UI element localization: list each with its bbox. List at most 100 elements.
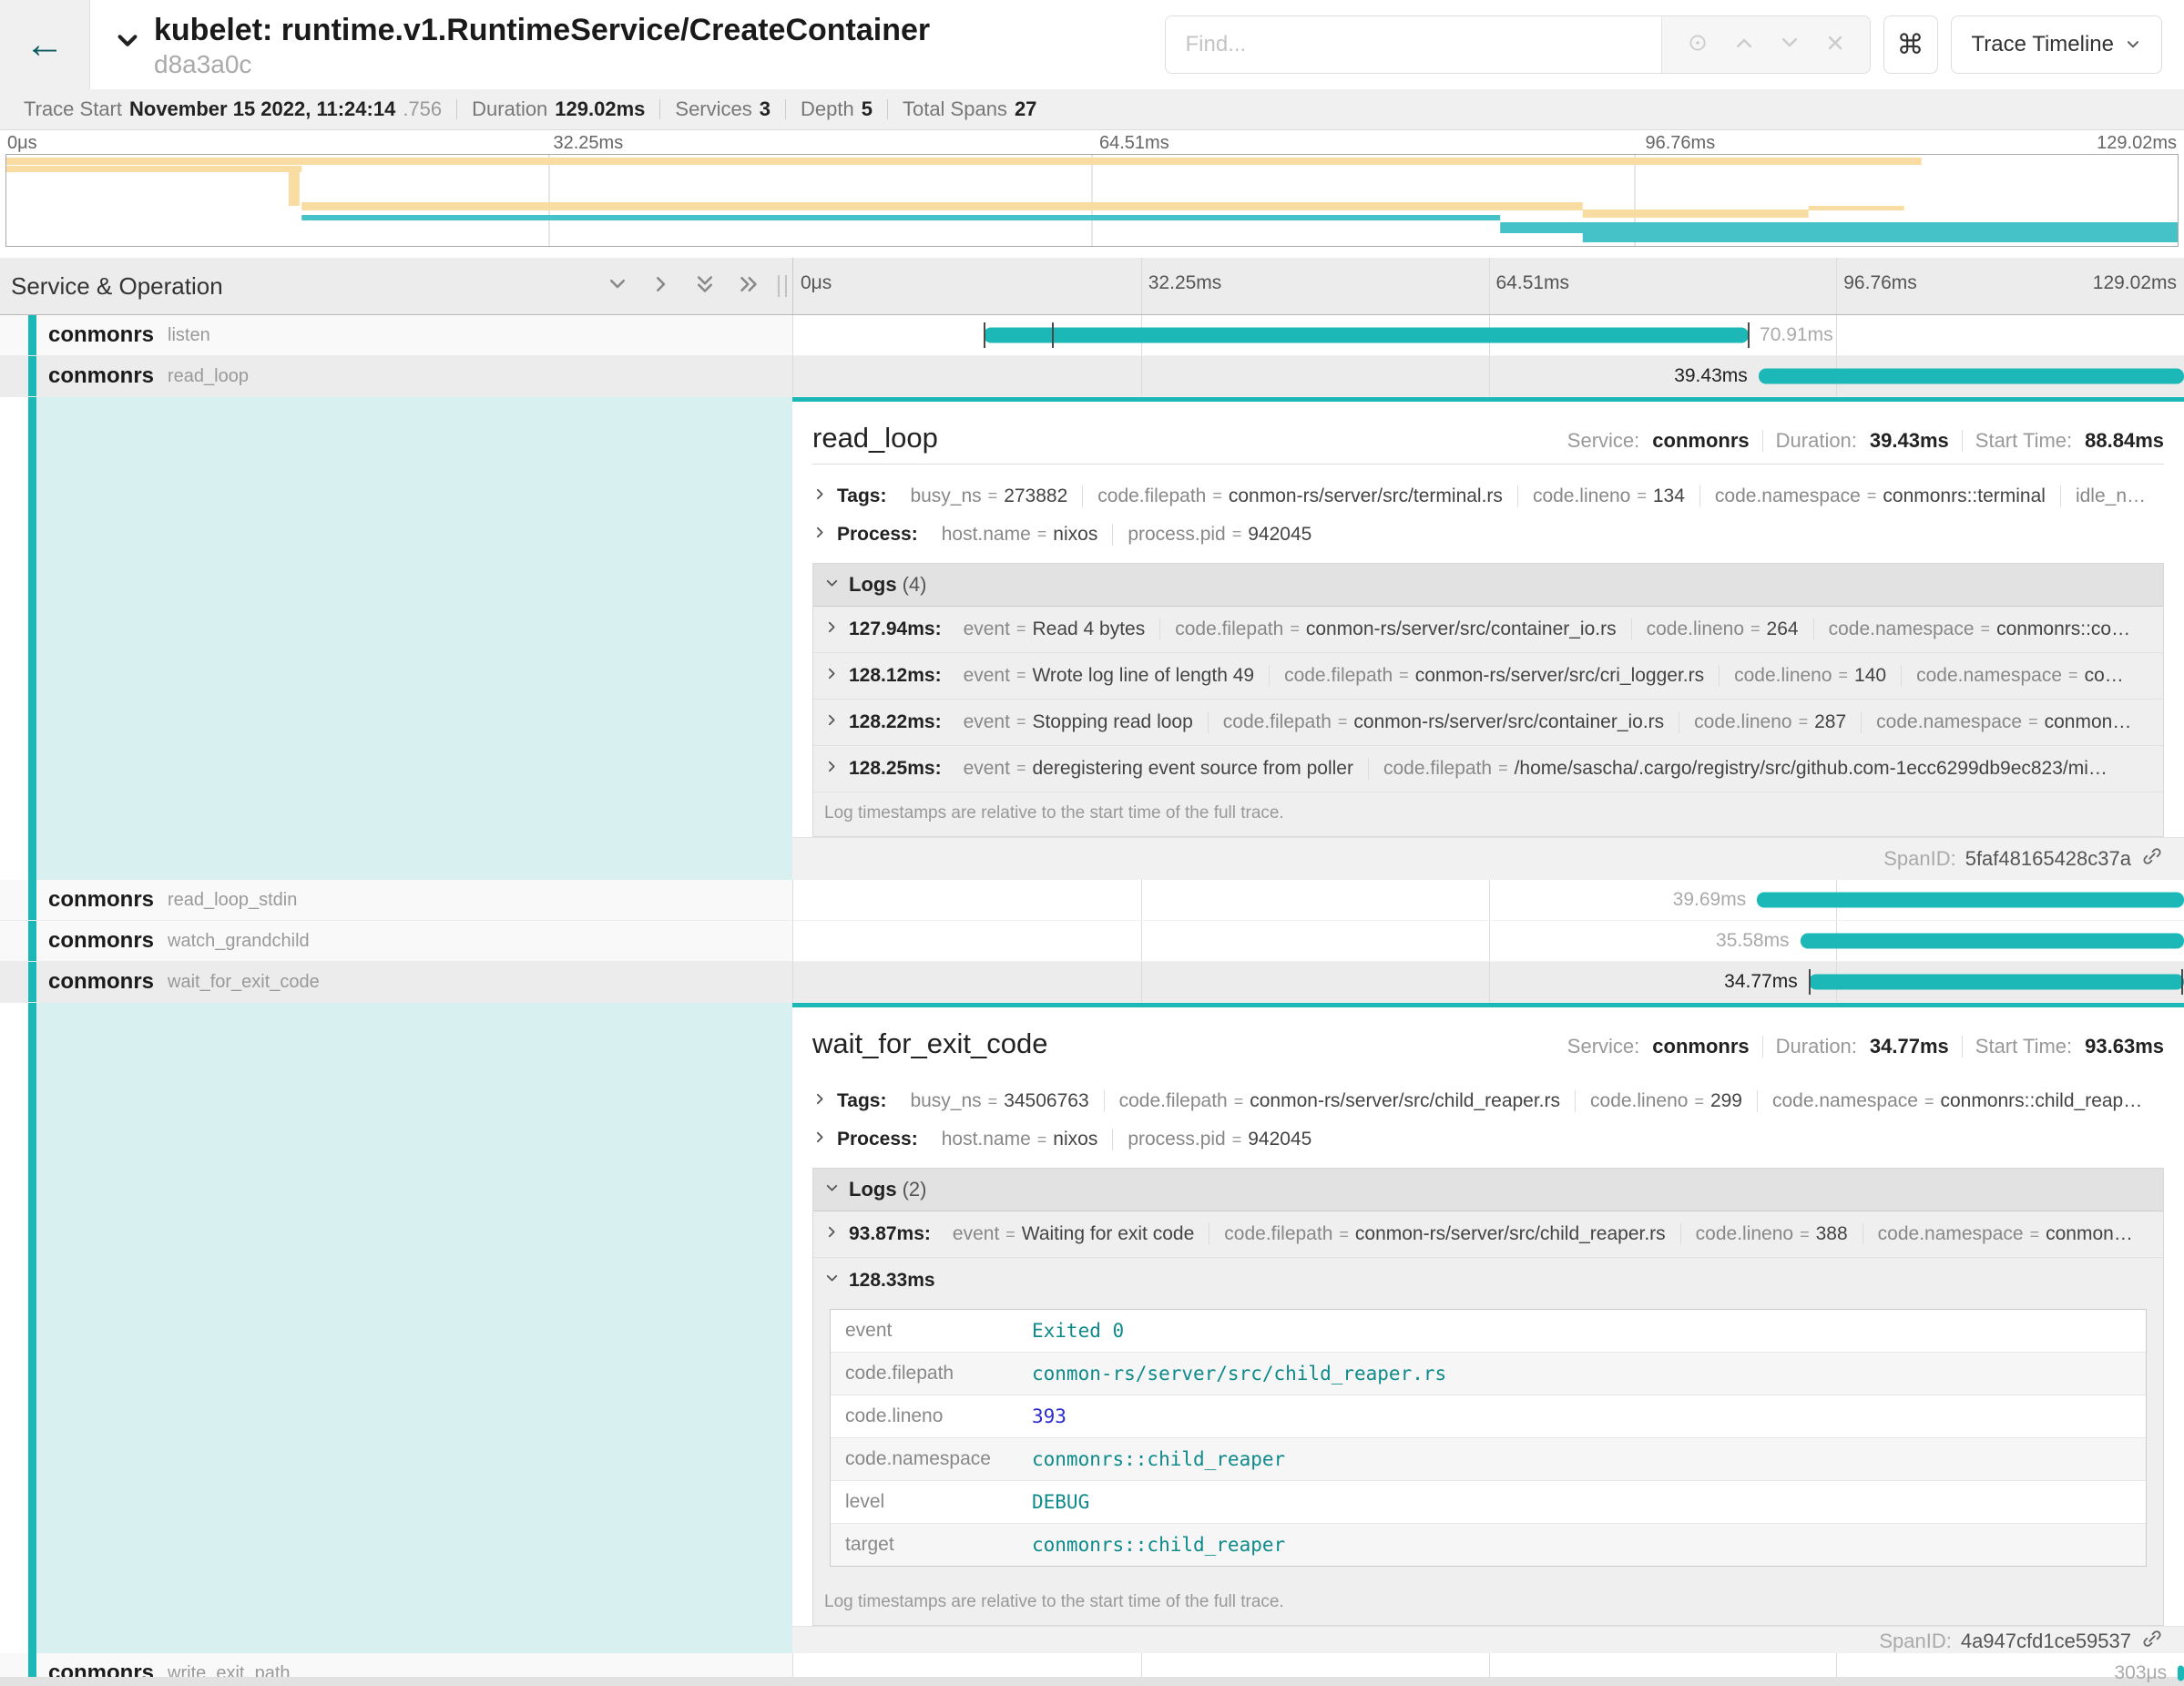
span-detail-panel: read_loop Service:conmonrs Duration:39.4… [792,397,2184,880]
column-resizer-handle[interactable] [778,275,787,297]
logs-header[interactable]: Logs (2) [813,1169,2163,1211]
clear-search-icon[interactable] [1824,32,1846,58]
span-row-watch-grandchild: conmonrs watch_grandchild 35.58ms [0,921,2184,962]
operation-name: listen [168,325,210,346]
service-operation-header: Service & Operation [0,272,607,301]
minimap-canvas[interactable] [5,154,2179,247]
log-row[interactable]: 128.25ms: eventderegistering event sourc… [813,746,2163,792]
chevron-down-icon [824,573,840,597]
table-row: event Exited 0 [831,1310,2146,1353]
span-row-read-loop-stdin-track: 39.69ms [792,880,2184,921]
find-group [1165,15,1871,74]
ruler-tick-1: 32.25ms [1148,272,1222,294]
span-row-listen-track: 70.91ms [792,315,2184,356]
span-row-listen-name[interactable]: conmonrs listen [0,315,792,356]
span-row-wait-for-exit-code-track: 34.77ms [792,962,2184,1003]
operation-name: read_loop_stdin [168,890,297,911]
log-row[interactable]: 128.12ms: eventWrote log line of length … [813,653,2163,700]
service-value: conmonrs [1652,1035,1749,1058]
span-row-watch-grandchild-name[interactable]: conmonrs watch_grandchild [0,921,792,962]
chevron-right-icon [812,1129,828,1150]
span-detail-title: read_loop [812,422,938,455]
spanid-label: SpanID: [1879,1630,1952,1653]
collapse-all-icon[interactable] [694,273,716,300]
span-row-wait-for-exit-code-name[interactable]: conmonrs wait_for_exit_code [0,962,792,1003]
operation-name: wait_for_exit_code [168,972,320,993]
trace-start-value: November 15 2022, 11:24:14 [129,97,395,121]
spanid-label: SpanID: [1883,847,1956,871]
duration-label: Duration [472,97,547,121]
minimap-tick-1: 32.25ms [554,133,624,154]
depth-guide [28,880,36,920]
trace-title-block: kubelet: runtime.v1.RuntimeService/Creat… [90,0,1165,89]
spanid-row: SpanID: 4a947cfd1ce59537 [792,1626,2184,1656]
view-selector-button[interactable]: Trace Timeline [1951,15,2163,74]
bottom-scroll-strip[interactable] [0,1677,2184,1686]
logs-header[interactable]: Logs (4) [813,564,2163,607]
chevron-right-icon [812,524,828,546]
operation-name: read_loop [168,366,249,387]
span-duration-label: 35.58ms [1716,930,1801,952]
ruler-tick-4: 129.02ms [2093,272,2177,294]
span-bar-listen[interactable] [984,328,1749,343]
tags-row[interactable]: Tags: busy_ns273882 code.filepathconmon-… [792,477,2184,516]
operation-name: watch_grandchild [168,931,310,952]
top-bar: ← kubelet: runtime.v1.RuntimeService/Cre… [0,0,2184,89]
chevron-down-icon [2125,36,2141,53]
process-label: Process: [837,524,918,546]
service-name: conmonrs [48,322,154,348]
span-row-read-loop-track: 39.43ms [792,356,2184,397]
depth-guide [28,962,36,1002]
log-fields-table: event Exited 0 code.filepath conmon-rs/s… [830,1309,2147,1567]
view-selector-label: Trace Timeline [1972,32,2115,57]
process-row[interactable]: Process: host.namenixos process.pid94204… [792,1120,2184,1159]
span-bar-write-exit-path[interactable] [2178,1666,2184,1681]
log-row[interactable]: 93.87ms: eventWaiting for exit code code… [813,1211,2163,1258]
logs-section: Logs (4) 127.94ms: eventRead 4 bytes cod… [812,563,2164,837]
span-detail-wait-for-exit-code: wait_for_exit_code Service:conmonrs Dura… [0,1003,2184,1653]
trace-start-fraction: .756 [403,97,442,121]
table-row: code.namespace conmonrs::child_reaper [831,1438,2146,1481]
service-label: Service: [1567,1035,1639,1058]
log-row-expanded[interactable]: 128.33ms [813,1258,2163,1303]
chevron-right-icon [812,485,828,507]
span-bar-read-loop[interactable] [1759,369,2184,384]
command-icon: ⌘ [1897,29,1924,61]
expand-all-icon[interactable] [738,273,760,300]
span-row-read-loop-stdin-name[interactable]: conmonrs read_loop_stdin [0,880,792,921]
log-row[interactable]: 128.22ms: eventStopping read loop code.f… [813,700,2163,746]
copy-link-icon[interactable] [2140,1627,2164,1656]
table-row: code.lineno 393 [831,1395,2146,1438]
log-time: 128.33ms [849,1270,935,1292]
span-row-read-loop-name[interactable]: conmonrs read_loop [0,356,792,397]
ruler-tick-3: 96.76ms [1843,272,1917,294]
log-row[interactable]: 127.94ms: eventRead 4 bytes code.filepat… [813,607,2163,653]
span-row-read-loop: conmonrs read_loop 39.43ms [0,356,2184,397]
next-match-icon[interactable] [1779,32,1801,58]
duration-value: 34.77ms [1870,1035,1949,1058]
find-tools [1661,16,1870,73]
span-bar-wait-for-exit-code[interactable] [1809,975,2184,990]
timeline-header: Service & Operation 0μs 32.25ms 64.51ms … [0,258,2184,315]
services-label: Services [675,97,751,121]
find-input[interactable] [1166,16,1661,73]
collapse-one-icon[interactable] [607,273,628,300]
start-time-value: 88.84ms [2085,429,2164,453]
span-bar-watch-grandchild[interactable] [1801,934,2184,949]
logs-footnote: Log timestamps are relative to the start… [813,792,2163,836]
trace-title-collapse-chevron-icon[interactable] [114,27,141,59]
process-row[interactable]: Process: host.namenixos process.pid94204… [792,516,2184,554]
back-button[interactable]: ← [0,0,90,89]
service-name: conmonrs [48,887,154,913]
focus-match-icon[interactable] [1686,31,1709,59]
logs-count: (4) [903,573,927,597]
tags-row[interactable]: Tags: busy_ns34506763 code.filepathconmo… [792,1082,2184,1120]
expand-one-icon[interactable] [650,273,672,300]
prev-match-icon[interactable] [1733,32,1755,58]
table-row: code.filepath conmon-rs/server/src/child… [831,1353,2146,1395]
log-time: 128.22ms: [849,711,942,733]
copy-link-icon[interactable] [2140,844,2164,874]
keyboard-shortcuts-button[interactable]: ⌘ [1883,15,1938,74]
depth-value: 5 [862,97,873,121]
span-bar-read-loop-stdin[interactable] [1757,893,2184,908]
